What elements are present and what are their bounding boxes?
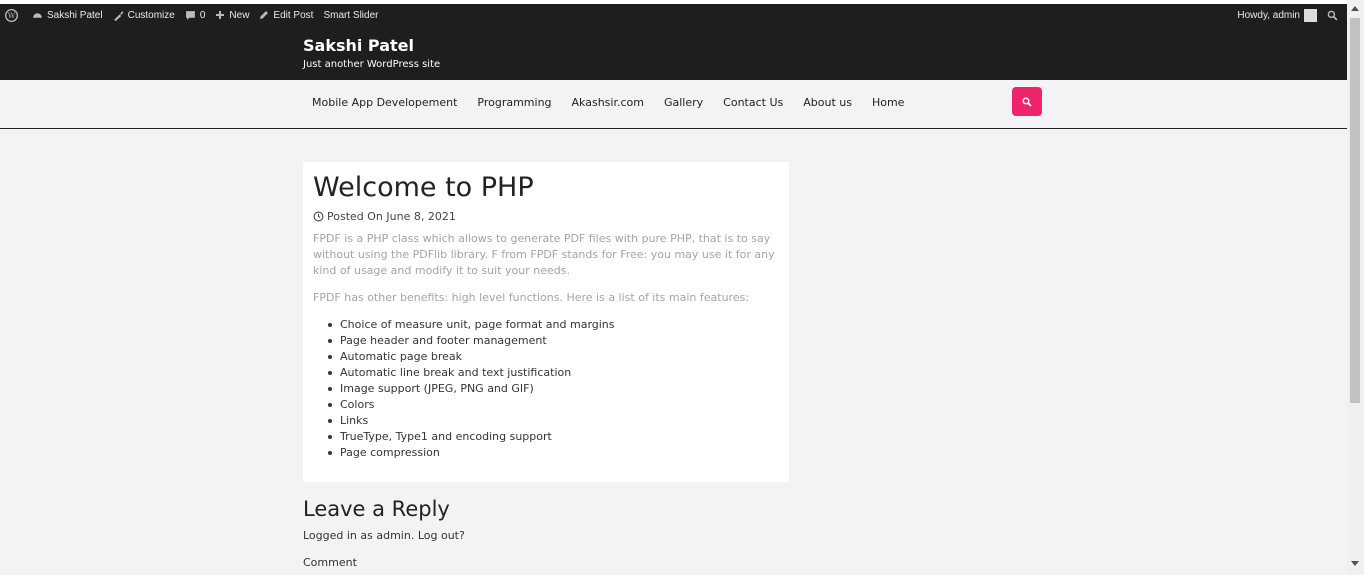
- page-scrollbar[interactable]: [1347, 0, 1364, 575]
- reply-title: Leave a Reply: [303, 497, 450, 521]
- clock-icon: [313, 211, 324, 222]
- list-item: Colors: [328, 397, 615, 413]
- menu-item-akashsir[interactable]: Akashsir.com: [572, 96, 644, 109]
- list-item: TrueType, Type1 and encoding support: [328, 429, 615, 445]
- admin-search-button[interactable]: [1322, 4, 1347, 26]
- admin-site-name-label: Sakshi Patel: [47, 9, 103, 21]
- new-label: New: [229, 9, 250, 21]
- wp-logo-menu[interactable]: W: [0, 4, 27, 26]
- svg-text:W: W: [8, 11, 16, 20]
- post-card: Welcome to PHP Posted On June 8, 2021 FP…: [303, 162, 789, 482]
- avatar: [1304, 8, 1317, 22]
- smart-slider-label: Smart Slider: [323, 9, 379, 21]
- list-item: Page compression: [328, 445, 615, 461]
- customize-link[interactable]: Customize: [108, 4, 180, 26]
- feature-list: Choice of measure unit, page format and …: [328, 317, 615, 461]
- main-navigation: Mobile App Developement Programming Akas…: [0, 80, 1347, 129]
- howdy-label: Howdy, admin: [1237, 9, 1300, 21]
- dashboard-icon: [33, 12, 42, 18]
- scrollbar-thumb[interactable]: [1350, 18, 1360, 403]
- scroll-down-arrow-icon[interactable]: [1351, 561, 1359, 566]
- pencil-icon: [260, 11, 269, 19]
- list-item: Page header and footer management: [328, 333, 615, 349]
- new-content-link[interactable]: New: [210, 4, 254, 26]
- post-date-label: Posted On June 8, 2021: [327, 210, 456, 223]
- menu-item-mobile-app[interactable]: Mobile App Developement: [312, 96, 457, 109]
- edit-post-label: Edit Post: [273, 9, 314, 21]
- comments-link[interactable]: 0: [180, 4, 211, 26]
- list-item: Image support (JPEG, PNG and GIF): [328, 381, 615, 397]
- list-item: Links: [328, 413, 615, 429]
- list-item: Choice of measure unit, page format and …: [328, 318, 615, 331]
- search-icon: [1327, 10, 1338, 20]
- edit-post-link[interactable]: Edit Post: [254, 4, 318, 26]
- menu-item-programming[interactable]: Programming: [477, 96, 551, 109]
- list-item: Automatic line break and text justificat…: [328, 365, 615, 381]
- primary-menu: Mobile App Developement Programming Akas…: [303, 96, 924, 109]
- customize-label: Customize: [127, 9, 175, 21]
- site-title[interactable]: Sakshi Patel: [303, 36, 414, 55]
- comments-count: 0: [199, 9, 206, 21]
- post-paragraph: FPDF is a PHP class which allows to gene…: [313, 232, 775, 277]
- post-date: Posted On June 8, 2021: [313, 210, 456, 223]
- post-title: Welcome to PHP: [313, 172, 534, 203]
- comment-icon: [185, 10, 195, 20]
- comment-label: Comment: [303, 556, 357, 569]
- menu-item-contact-us[interactable]: Contact Us: [723, 96, 783, 109]
- list-item: Automatic page break: [328, 349, 615, 365]
- search-icon: [1022, 97, 1032, 107]
- wp-admin-bar: W Sakshi Patel Customize 0 New Edit Post…: [0, 4, 1347, 26]
- scroll-up-arrow-icon[interactable]: [1351, 6, 1359, 11]
- wordpress-icon: W: [5, 8, 18, 22]
- admin-site-name[interactable]: Sakshi Patel: [27, 4, 108, 26]
- site-description: Just another WordPress site: [303, 59, 441, 70]
- smart-slider-link[interactable]: Smart Slider: [318, 4, 383, 26]
- site-header: Sakshi Patel Just another WordPress site: [0, 26, 1347, 80]
- menu-item-home[interactable]: Home: [872, 96, 904, 109]
- logged-in-note[interactable]: Logged in as admin. Log out?: [303, 529, 465, 542]
- search-button[interactable]: [1012, 87, 1042, 116]
- my-account-menu[interactable]: Howdy, admin: [1232, 4, 1322, 26]
- post-paragraph: FPDF has other benefits: high level func…: [313, 291, 750, 304]
- brush-icon: [113, 10, 124, 21]
- menu-item-about-us[interactable]: About us: [803, 96, 852, 109]
- plus-icon: [216, 11, 225, 19]
- menu-item-gallery[interactable]: Gallery: [664, 96, 703, 109]
